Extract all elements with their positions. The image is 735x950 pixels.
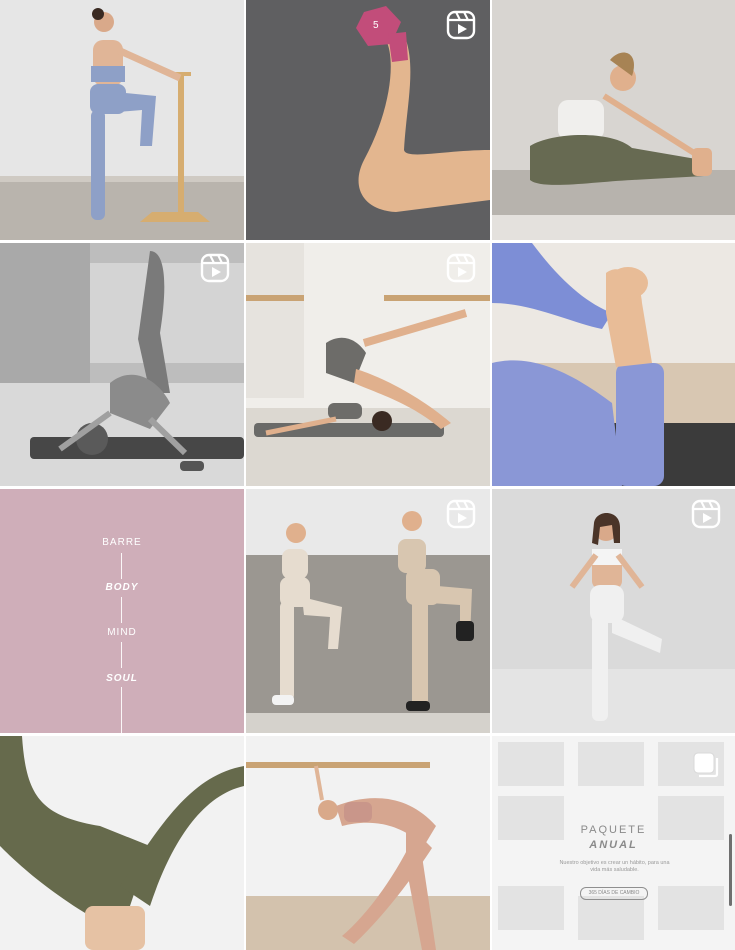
photo-olive-leggings <box>0 736 244 950</box>
text-mind: MIND <box>107 627 137 638</box>
photo-barre-knee-raise <box>0 0 244 240</box>
photo-barre-side-bend <box>246 736 490 950</box>
reels-icon <box>200 253 230 283</box>
post-tile-tree-pose[interactable] <box>492 489 735 733</box>
reels-icon <box>446 10 476 40</box>
promo-title: PAQUETE <box>580 824 647 836</box>
post-tile-olive-leggings[interactable] <box>0 736 244 950</box>
reels-icon <box>691 499 721 529</box>
text-body: BODY <box>105 582 139 593</box>
dumbbell-weight-label: 5 <box>373 20 379 31</box>
photo-leg-stretch-blue <box>492 243 735 486</box>
post-tile-barre-knee-raise[interactable] <box>0 0 244 240</box>
promo-body-text: Nuestro objetivo es crear un hábito, par… <box>559 860 670 873</box>
text-soul: SOUL <box>106 673 138 684</box>
promo-subtitle: ANUAL <box>589 839 638 851</box>
post-tile-seated-stretch[interactable] <box>492 0 735 240</box>
divider <box>121 597 122 623</box>
photo-seated-stretch <box>492 0 735 240</box>
promo-button: 365 DÍAS DE CAMBIO <box>580 887 648 900</box>
post-tile-mat-exercise-bw[interactable] <box>0 243 244 486</box>
post-tile-barre-side-bend[interactable] <box>246 736 490 950</box>
text-barre: BARRE <box>102 537 142 548</box>
post-tile-bridge-leg-extension[interactable] <box>246 243 490 486</box>
profile-post-grid: 5 BARRE BODY MIND SOUL PAQUETE ANUAL Nue… <box>0 0 735 950</box>
reels-icon <box>446 253 476 283</box>
reels-icon <box>446 499 476 529</box>
post-tile-dumbbell-curl[interactable]: 5 <box>246 0 490 240</box>
post-tile-paquete-anual[interactable]: PAQUETE ANUAL Nuestro objetivo es crear … <box>492 736 735 950</box>
divider <box>121 642 122 668</box>
divider <box>121 553 122 579</box>
post-tile-two-women-balance[interactable] <box>246 489 490 733</box>
carousel-icon <box>693 752 719 778</box>
post-tile-barre-body-mind-soul[interactable]: BARRE BODY MIND SOUL <box>0 489 244 733</box>
scrollbar[interactable] <box>729 834 732 906</box>
post-tile-leg-stretch-blue[interactable] <box>492 243 735 486</box>
divider <box>121 687 122 733</box>
